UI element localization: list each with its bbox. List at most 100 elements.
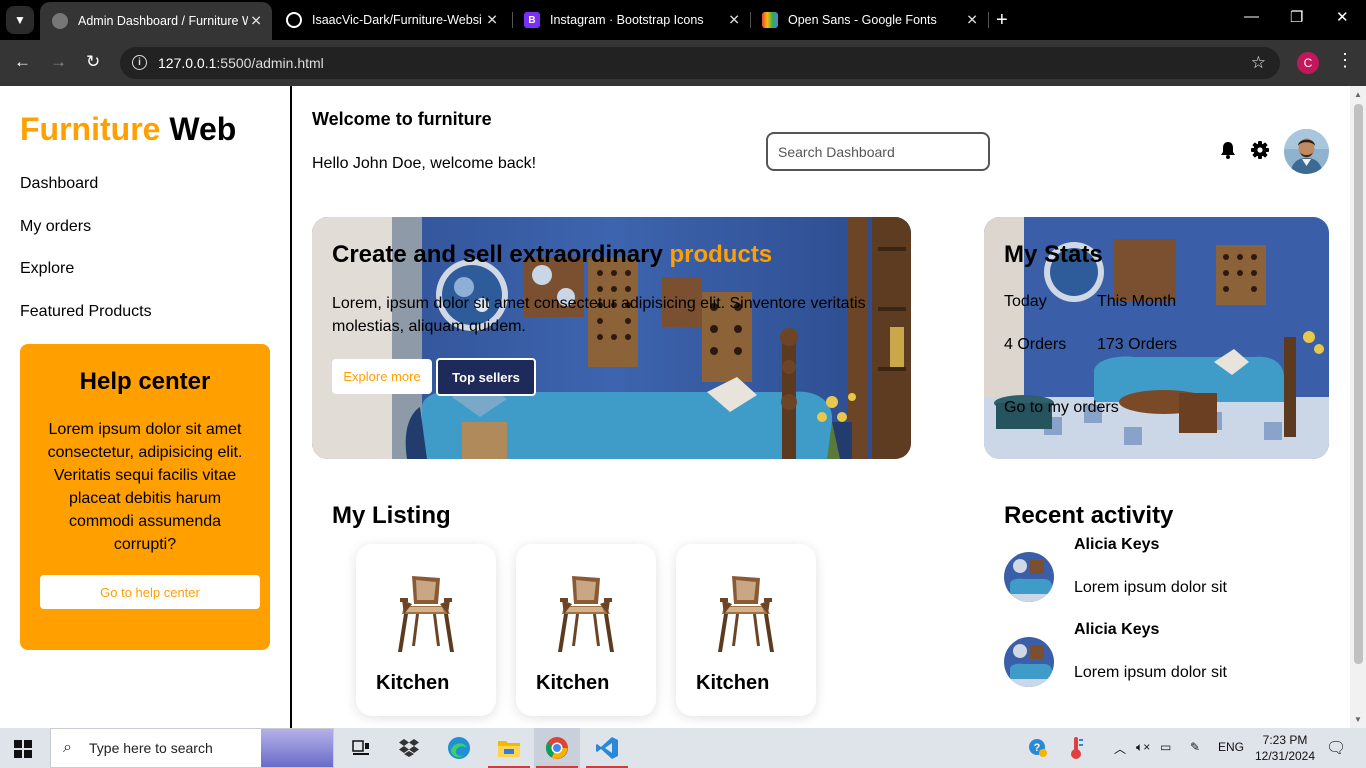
- stats-month-label: This Month: [1097, 293, 1177, 310]
- listing-card[interactable]: Kitchen: [676, 544, 816, 716]
- tab-title: Admin Dashboard / Furniture W: [78, 14, 248, 28]
- scroll-up-icon[interactable]: ▲: [1354, 90, 1362, 99]
- dropbox-icon[interactable]: [386, 728, 432, 768]
- gear-icon[interactable]: [1250, 140, 1270, 165]
- url-field[interactable]: i 127.0.0.1:5500/admin.html ☆: [120, 47, 1280, 79]
- chevron-up-icon[interactable]: ︿: [1114, 740, 1126, 757]
- browser-tab-github[interactable]: IsaacVic-Dark/Furniture-Websit ✕: [274, 0, 508, 40]
- speaker-muted-icon[interactable]: 🔈︎×: [1136, 740, 1150, 755]
- site-logo[interactable]: Furniture Web: [20, 111, 236, 148]
- stats-today-label: Today: [1004, 293, 1047, 310]
- reload-icon: ↻: [86, 52, 101, 71]
- close-tab-icon[interactable]: ✕: [250, 13, 262, 30]
- browser-tab-bootstrap-icons[interactable]: B Instagram · Bootstrap Icons ✕: [512, 0, 750, 40]
- close-tab-icon[interactable]: ✕: [966, 12, 978, 29]
- browser-tab-admin-dashboard[interactable]: Admin Dashboard / Furniture W ✕: [40, 2, 272, 40]
- activity-user-name: Alicia Keys: [1074, 621, 1160, 638]
- close-icon: ✕: [1336, 9, 1349, 26]
- tab-separator: [988, 12, 989, 28]
- listing-label: Kitchen: [536, 672, 610, 694]
- taskbar-search-placeholder: Type here to search: [89, 740, 213, 756]
- listing-card[interactable]: Kitchen: [516, 544, 656, 716]
- user-avatar[interactable]: [1284, 129, 1329, 174]
- help-center-text: Lorem ipsum dolor sit amet consectetur, …: [47, 421, 243, 553]
- close-window-button[interactable]: ✕: [1336, 8, 1349, 26]
- arrow-right-icon: →: [50, 52, 67, 71]
- activity-user-name: Alicia Keys: [1074, 536, 1160, 553]
- taskbar-clock[interactable]: 7:23 PM 12/31/2024: [1250, 732, 1320, 764]
- close-tab-icon[interactable]: ✕: [728, 12, 740, 29]
- thermometer-tray-icon[interactable]: [1068, 736, 1084, 763]
- listing-card[interactable]: Kitchen: [356, 544, 496, 716]
- help-center-title: Help center: [79, 368, 211, 395]
- page-viewport: Furniture Web Dashboard My orders Explor…: [0, 86, 1366, 728]
- clock-date: 12/31/2024: [1254, 749, 1316, 763]
- edge-browser-icon[interactable]: [436, 728, 482, 768]
- tab-title: Open Sans - Google Fonts: [788, 13, 937, 27]
- chevron-down-icon: ▼: [14, 13, 26, 27]
- restore-button[interactable]: ❐: [1290, 8, 1303, 26]
- hero-title-text: Create and sell extraordinary: [332, 241, 663, 268]
- bell-icon[interactable]: [1218, 140, 1238, 165]
- nav-my-orders[interactable]: My orders: [20, 218, 91, 236]
- bookmark-star-icon[interactable]: ☆: [1251, 53, 1266, 73]
- site-info-icon[interactable]: i: [132, 55, 147, 70]
- nav-explore[interactable]: Explore: [20, 260, 74, 278]
- taskbar-search-box[interactable]: ⌕ Type here to search: [50, 728, 334, 768]
- reload-button[interactable]: ↻: [86, 52, 100, 72]
- battery-icon[interactable]: ▭: [1160, 740, 1171, 754]
- url-path: :5500/admin.html: [216, 55, 324, 71]
- globe-icon: [52, 13, 68, 29]
- page-scrollbar[interactable]: ▲ ▼: [1350, 86, 1366, 728]
- nav-featured-products[interactable]: Featured Products: [20, 303, 152, 321]
- clock-time: 7:23 PM: [1262, 733, 1308, 747]
- logo-part-1: Furniture: [20, 111, 161, 147]
- search-dashboard-input[interactable]: [766, 132, 990, 171]
- scrollbar-thumb[interactable]: [1354, 104, 1363, 664]
- hero-banner: Create and sell extraordinary products L…: [312, 217, 911, 459]
- bootstrap-icon: B: [524, 12, 540, 28]
- minimize-icon: —: [1244, 8, 1259, 25]
- notification-icon[interactable]: 🗨︎: [1326, 738, 1346, 758]
- top-sellers-button[interactable]: Top sellers: [436, 358, 536, 396]
- language-indicator[interactable]: ENG: [1218, 740, 1244, 754]
- help-tray-icon[interactable]: ?: [1028, 738, 1048, 761]
- browser-tab-google-fonts[interactable]: Open Sans - Google Fonts ✕: [750, 0, 988, 40]
- my-stats-card: My Stats Today This Month 4 Orders 173 O…: [984, 217, 1329, 459]
- vscode-icon[interactable]: [584, 728, 630, 768]
- browser-menu-icon[interactable]: ⋮: [1336, 50, 1354, 71]
- file-explorer-icon[interactable]: [486, 728, 532, 768]
- forward-button[interactable]: →: [50, 52, 67, 72]
- browser-address-bar: ← → ↻ i 127.0.0.1:5500/admin.html ☆ C ⋮: [0, 40, 1366, 86]
- chrome-icon[interactable]: [534, 728, 580, 768]
- hero-description: Lorem, ipsum dolor sit amet consectetur …: [332, 295, 866, 335]
- back-button[interactable]: ←: [14, 52, 31, 72]
- browser-tab-bar: ▼ Admin Dashboard / Furniture W ✕ IsaacV…: [0, 0, 1366, 40]
- hero-title: Create and sell extraordinary products: [332, 241, 772, 269]
- page-title: Welcome to furniture: [312, 109, 492, 129]
- minimize-button[interactable]: —: [1244, 8, 1259, 25]
- go-to-help-center-button[interactable]: Go to help center: [40, 575, 260, 609]
- close-tab-icon[interactable]: ✕: [486, 12, 498, 29]
- task-view-icon[interactable]: [338, 728, 384, 768]
- arrow-left-icon: ←: [14, 52, 31, 71]
- chair-image: [718, 576, 774, 652]
- pen-icon[interactable]: ✎: [1190, 740, 1200, 754]
- tab-search-button[interactable]: ▼: [6, 6, 34, 34]
- restore-icon: ❐: [1290, 9, 1304, 26]
- new-tab-button[interactable]: +: [996, 9, 1008, 32]
- search-highlight-image: [261, 729, 333, 767]
- scroll-down-icon[interactable]: ▼: [1354, 715, 1362, 724]
- logo-part-2: Web: [169, 111, 237, 147]
- windows-start-icon[interactable]: [14, 740, 32, 763]
- go-to-my-orders-link[interactable]: Go to my orders: [1004, 399, 1119, 417]
- activity-thumbnail: [1004, 552, 1054, 602]
- url-host: 127.0.0.1: [158, 55, 217, 71]
- github-icon: [286, 12, 302, 28]
- profile-avatar[interactable]: C: [1297, 52, 1319, 74]
- nav-dashboard[interactable]: Dashboard: [20, 175, 98, 193]
- tab-title: IsaacVic-Dark/Furniture-Websit: [312, 13, 482, 27]
- tab-title: Instagram · Bootstrap Icons: [550, 13, 704, 27]
- explore-more-button[interactable]: Explore more: [332, 359, 432, 394]
- my-stats-title: My Stats: [1004, 241, 1103, 268]
